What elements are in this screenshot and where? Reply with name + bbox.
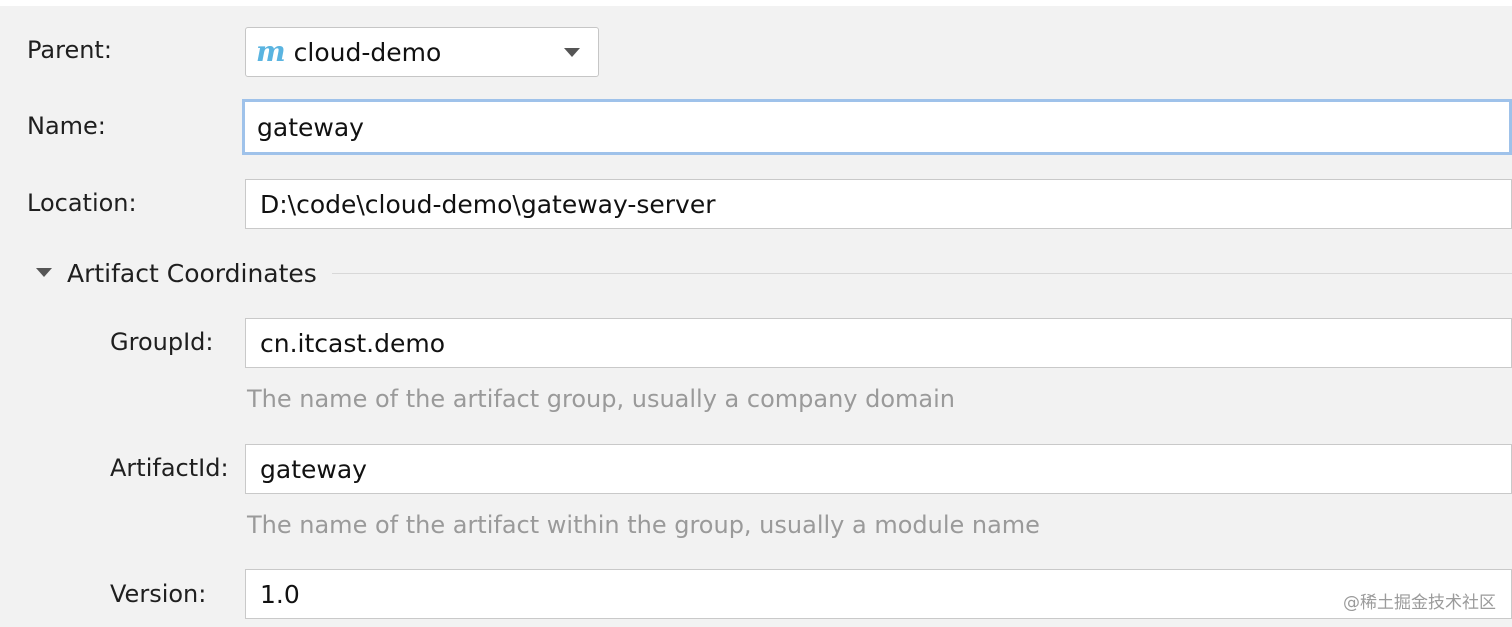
parent-label: Parent: xyxy=(27,36,112,64)
location-value: D:\code\cloud-demo\gateway-server xyxy=(260,189,716,219)
groupid-label: GroupId: xyxy=(110,328,214,356)
watermark-text: @稀土掘金技术社区 xyxy=(1343,593,1496,613)
chevron-down-icon[interactable] xyxy=(564,48,580,57)
version-label: Version: xyxy=(110,580,207,608)
maven-module-icon: m xyxy=(256,35,286,68)
parent-value: cloud-demo xyxy=(293,37,442,67)
groupid-value: cn.itcast.demo xyxy=(260,328,446,358)
collapse-triangle-icon[interactable] xyxy=(36,268,52,277)
groupid-field[interactable]: cn.itcast.demo xyxy=(245,318,1512,368)
version-field[interactable]: 1.0 xyxy=(245,569,1512,619)
name-label: Name: xyxy=(27,112,106,140)
artifactid-hint: The name of the artifact within the grou… xyxy=(247,511,1040,539)
version-value: 1.0 xyxy=(260,579,300,609)
artifactid-field[interactable]: gateway xyxy=(245,444,1512,494)
parent-dropdown[interactable]: m cloud-demo xyxy=(245,27,599,77)
top-strip xyxy=(0,0,1512,6)
artifactid-label: ArtifactId: xyxy=(110,454,229,482)
artifactid-value: gateway xyxy=(260,454,367,484)
artifact-section-title[interactable]: Artifact Coordinates xyxy=(67,259,317,288)
section-divider xyxy=(332,273,1512,274)
name-field[interactable]: gateway xyxy=(242,99,1512,155)
groupid-hint: The name of the artifact group, usually … xyxy=(247,385,955,413)
location-label: Location: xyxy=(27,189,137,217)
name-value: gateway xyxy=(257,112,364,142)
location-field[interactable]: D:\code\cloud-demo\gateway-server xyxy=(245,179,1512,229)
